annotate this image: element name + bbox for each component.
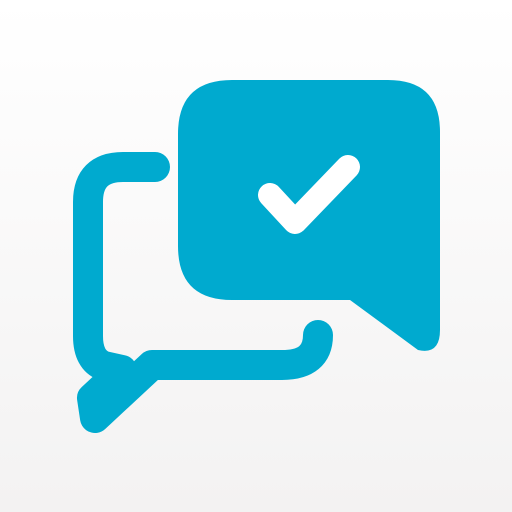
app-icon <box>0 0 512 512</box>
chat-bubbles-check-icon <box>73 80 440 433</box>
